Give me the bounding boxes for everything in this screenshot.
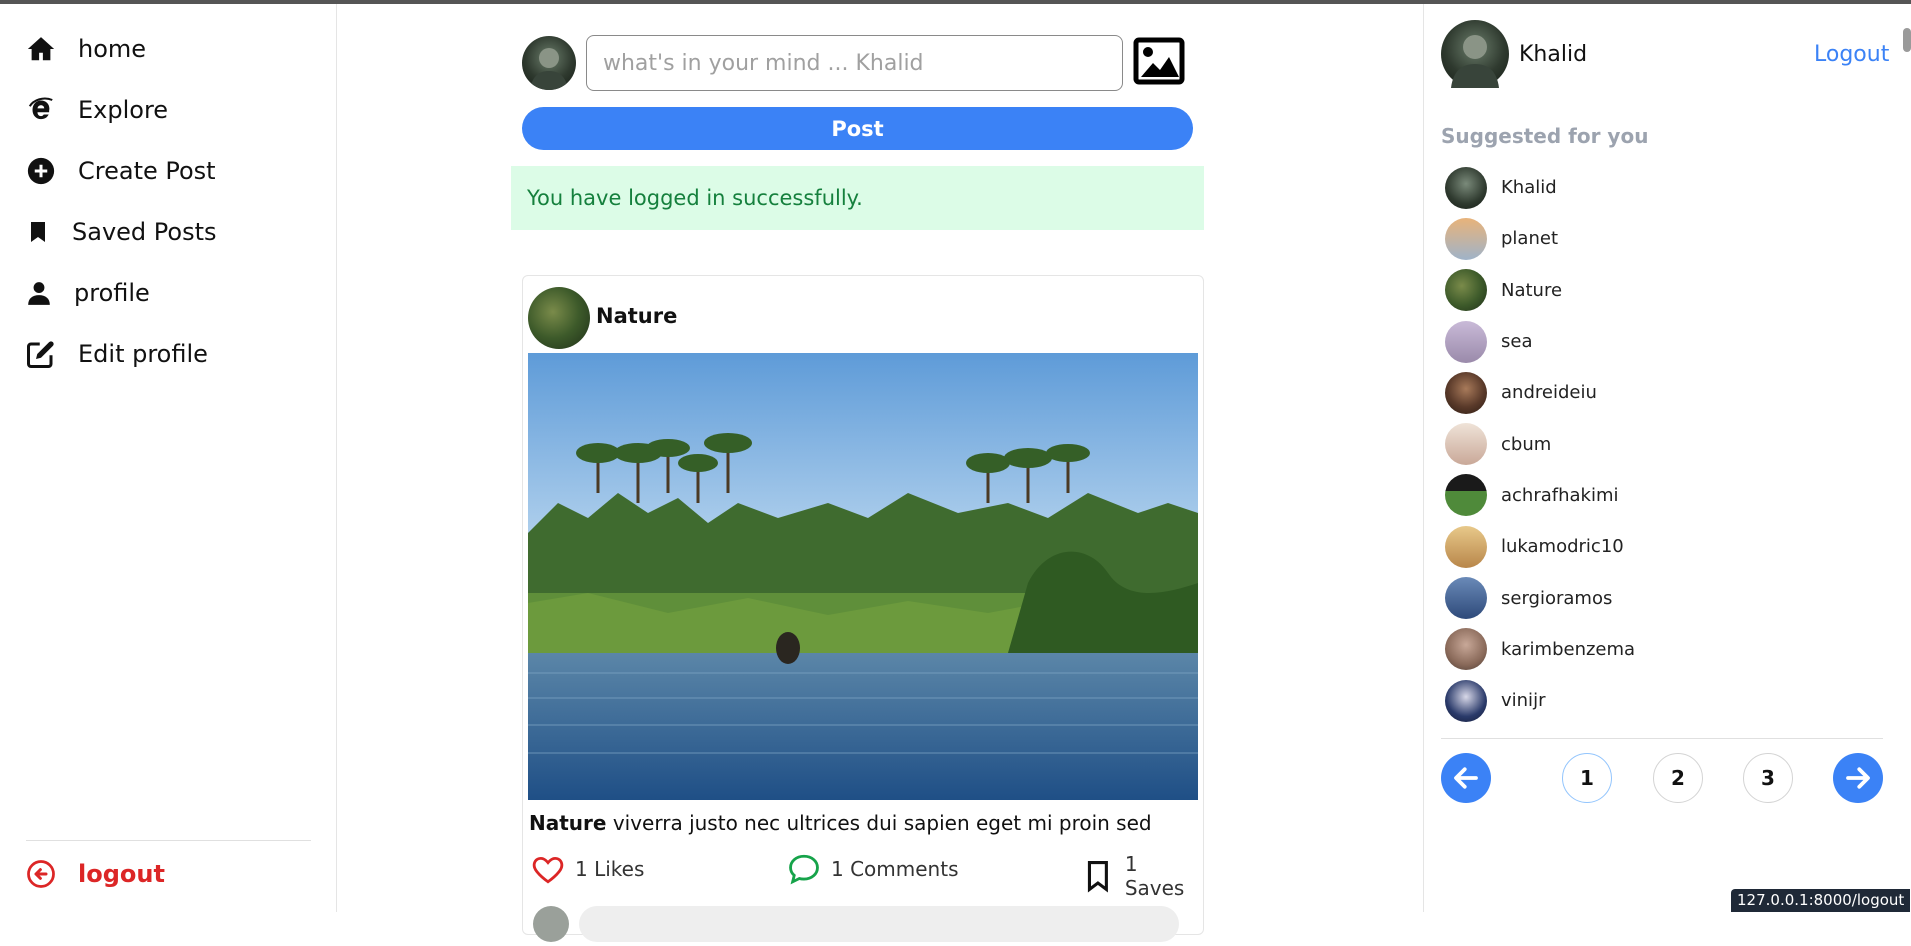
comment-button[interactable]: 1 Comments	[787, 852, 959, 886]
heart-icon	[532, 856, 564, 884]
save-button[interactable]: 1 Saves	[1081, 852, 1203, 900]
post-caption: Nature viverra justo nec ultrices dui sa…	[529, 811, 1152, 835]
page-button-3[interactable]: 3	[1743, 753, 1793, 803]
sidebar-logout[interactable]: logout	[26, 859, 165, 889]
suggestion-name: Nature	[1501, 279, 1563, 301]
likes-count: 1 Likes	[575, 857, 645, 881]
suggestion-item[interactable]: sea	[1445, 316, 1635, 367]
post-author-name[interactable]: Nature	[596, 304, 677, 328]
current-user-name[interactable]: Khalid	[1519, 42, 1587, 67]
right-sidebar: Khalid Logout Suggested for you Khalid p…	[1423, 4, 1889, 912]
nav-edit-profile-label: Edit profile	[78, 340, 208, 368]
comment-input-row	[533, 906, 1193, 946]
post-caption-author[interactable]: Nature	[529, 811, 606, 835]
suggestion-avatar	[1445, 628, 1487, 671]
suggestion-avatar	[1445, 217, 1487, 260]
comments-count: 1 Comments	[831, 857, 959, 881]
next-page-button[interactable]	[1833, 753, 1883, 803]
logout-arrow-icon	[27, 860, 55, 888]
suggestion-avatar	[1445, 166, 1487, 209]
suggestion-item[interactable]: Nature	[1445, 265, 1635, 316]
post-caption-text: viverra justo nec ultrices dui sapien eg…	[612, 811, 1152, 835]
suggestion-avatar	[1445, 371, 1487, 414]
success-alert-text: You have logged in successfully.	[527, 186, 863, 210]
suggestion-item[interactable]: sergioramos	[1445, 572, 1635, 623]
prev-page-button[interactable]	[1441, 753, 1491, 803]
suggestion-name: sea	[1501, 331, 1533, 353]
sidebar-divider	[26, 840, 311, 841]
suggestion-name: vinijr	[1501, 690, 1546, 712]
suggestion-name: achrafhakimi	[1501, 484, 1619, 506]
suggestions-title: Suggested for you	[1441, 124, 1649, 148]
add-image-icon[interactable]	[1133, 37, 1185, 85]
suggestion-item[interactable]: Khalid	[1445, 162, 1635, 213]
nav-create-post-label: Create Post	[78, 157, 216, 185]
suggestion-avatar	[1445, 679, 1487, 722]
suggestion-item[interactable]: achrafhakimi	[1445, 470, 1635, 521]
nav-profile-label: profile	[74, 279, 150, 307]
comment-input[interactable]	[579, 906, 1179, 942]
suggestion-name: lukamodric10	[1501, 536, 1624, 558]
nav-edit-profile[interactable]: Edit profile	[26, 339, 208, 369]
arrow-right-icon	[1846, 767, 1870, 789]
suggestion-item[interactable]: andreideiu	[1445, 367, 1635, 418]
nav-home[interactable]: home	[26, 34, 146, 64]
home-icon	[27, 37, 55, 61]
suggestion-item[interactable]: vinijr	[1445, 675, 1635, 726]
suggestion-name: planet	[1501, 228, 1558, 250]
arrow-left-icon	[1454, 767, 1478, 789]
bookmark-outline-icon	[1087, 861, 1108, 893]
current-user-avatar[interactable]	[1441, 20, 1509, 88]
status-bar-url: 127.0.0.1:8000/logout	[1731, 889, 1911, 912]
page-button-2[interactable]: 2	[1653, 753, 1703, 803]
nav-home-label: home	[78, 35, 147, 63]
nav-create-post[interactable]: Create Post	[26, 156, 216, 186]
comment-avatar	[533, 906, 569, 942]
suggestion-avatar	[1445, 525, 1487, 568]
comment-icon	[789, 854, 819, 885]
suggestion-avatar	[1445, 320, 1487, 363]
suggestion-name: andreideiu	[1501, 382, 1597, 404]
nav-profile[interactable]: profile	[26, 278, 150, 308]
scrollbar-thumb[interactable]	[1903, 28, 1911, 52]
pagination-divider	[1441, 738, 1883, 739]
post-image[interactable]	[528, 353, 1198, 800]
post-text-input[interactable]	[586, 35, 1123, 91]
logout-link[interactable]: Logout	[1814, 42, 1889, 67]
user-icon	[28, 282, 50, 305]
post-card: Nature Nature viverra justo nec ultrices…	[522, 275, 1204, 942]
plus-circle-icon	[27, 157, 55, 185]
suggestion-item[interactable]: planet	[1445, 213, 1635, 264]
saves-count: 1 Saves	[1124, 852, 1185, 900]
suggestion-name: Khalid	[1501, 177, 1557, 199]
suggestion-name: sergioramos	[1501, 587, 1613, 609]
suggestion-item[interactable]: karimbenzema	[1445, 624, 1635, 675]
suggestion-item[interactable]: cbum	[1445, 418, 1635, 469]
like-button[interactable]: 1 Likes	[531, 852, 644, 886]
sidebar-logout-label: logout	[78, 860, 165, 888]
suggestion-avatar	[1445, 423, 1487, 466]
suggestions-list: Khalid planet Nature sea andreideiu cbum…	[1445, 162, 1635, 726]
composer-avatar	[522, 36, 576, 90]
suggestion-avatar	[1445, 577, 1487, 620]
suggestion-name: cbum	[1501, 433, 1552, 455]
nav-saved-posts[interactable]: Saved Posts	[26, 217, 217, 247]
post-button[interactable]: Post	[522, 107, 1193, 150]
success-alert: You have logged in successfully.	[511, 166, 1204, 230]
post-author-avatar[interactable]	[528, 287, 590, 349]
suggestion-item[interactable]: lukamodric10	[1445, 521, 1635, 572]
page-button-1[interactable]: 1	[1562, 753, 1612, 803]
nav-saved-posts-label: Saved Posts	[72, 218, 217, 246]
bookmark-icon	[31, 222, 45, 242]
suggestion-name: karimbenzema	[1501, 638, 1636, 660]
suggestion-avatar	[1445, 269, 1487, 312]
nav-explore-label: Explore	[78, 96, 169, 124]
left-sidebar: home Explore Create Post Saved Posts pro…	[0, 4, 337, 912]
nav-explore[interactable]: Explore	[26, 95, 168, 125]
edit-icon	[27, 341, 54, 368]
suggestion-avatar	[1445, 474, 1487, 517]
explore-icon	[28, 97, 53, 120]
